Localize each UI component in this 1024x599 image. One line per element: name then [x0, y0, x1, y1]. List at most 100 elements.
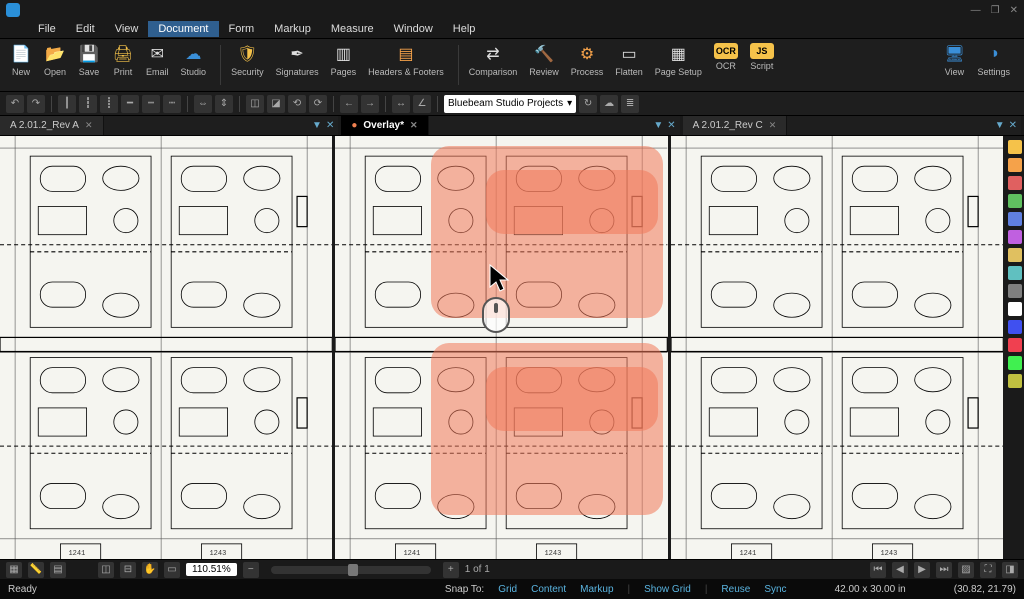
ribbon-security[interactable]: 🛡Security — [227, 41, 268, 89]
page-slider[interactable] — [271, 566, 431, 574]
tb-layers[interactable]: ≣ — [621, 95, 639, 113]
zoom-in[interactable]: + — [443, 562, 459, 578]
ribbon-pages[interactable]: ▥Pages — [327, 41, 361, 89]
split-v-toggle[interactable]: ⊟ — [120, 562, 136, 578]
ribbon-page-setup[interactable]: ▦Page Setup — [651, 41, 706, 89]
tab-close-icon[interactable]: ✕ — [85, 120, 93, 131]
ribbon-signatures[interactable]: ✒Signatures — [272, 41, 323, 89]
menu-markup[interactable]: Markup — [264, 21, 321, 37]
ribbon-print[interactable]: 🖨Print — [108, 41, 138, 89]
ribbon-view[interactable]: 🖥View — [939, 41, 969, 89]
side-tool-11[interactable] — [1008, 338, 1022, 352]
ribbon-flatten[interactable]: ▭Flatten — [611, 41, 647, 89]
zoom-level[interactable]: 110.51% — [186, 563, 237, 576]
side-tool-7[interactable] — [1008, 266, 1022, 280]
snap-content[interactable]: Content — [531, 584, 566, 595]
ribbon-email[interactable]: ✉Email — [142, 41, 173, 89]
side-tool-9[interactable] — [1008, 302, 1022, 316]
tb-align-top[interactable]: ━ — [121, 95, 139, 113]
side-tool-13[interactable] — [1008, 374, 1022, 388]
menu-document[interactable]: Document — [148, 21, 218, 37]
projects-combo[interactable]: Bluebeam Studio Projects ▾ — [444, 95, 576, 113]
pane-close-icon[interactable]: ✕ — [326, 120, 334, 131]
snap-grid[interactable]: Grid — [498, 584, 517, 595]
last-page[interactable]: ⏭ — [936, 562, 952, 578]
document-tab[interactable]: ●Overlay*✕ — [341, 116, 428, 135]
ribbon-save[interactable]: 💾Save — [74, 41, 104, 89]
ribbon-open[interactable]: 📂Open — [40, 41, 70, 89]
tb-arrow-right[interactable]: → — [361, 95, 379, 113]
ribbon-ocr[interactable]: OCROCR — [710, 41, 742, 89]
tab-close-icon[interactable]: ✕ — [769, 120, 777, 131]
tb-refresh[interactable]: ↻ — [579, 95, 597, 113]
next-page[interactable]: ▶ — [914, 562, 930, 578]
fullscreen-icon[interactable]: ⛶ — [980, 562, 996, 578]
sync-sync[interactable]: Sync — [764, 584, 786, 595]
tb-undo[interactable]: ↶ — [6, 95, 24, 113]
tb-rot-right[interactable]: ⟳ — [309, 95, 327, 113]
select-tool[interactable]: ▭ — [164, 562, 180, 578]
tb-ungroup[interactable]: ◪ — [267, 95, 285, 113]
pane-menu-icon[interactable]: ▼ — [312, 120, 322, 131]
tb-arrow-left[interactable]: ← — [340, 95, 358, 113]
side-tool-3[interactable] — [1008, 194, 1022, 208]
tb-dim-angle[interactable]: ∠ — [413, 95, 431, 113]
side-tool-4[interactable] — [1008, 212, 1022, 226]
pane-menu-icon[interactable]: ▼ — [995, 120, 1005, 131]
tab-close-icon[interactable]: ✕ — [410, 120, 418, 131]
ribbon-new[interactable]: 📄New — [6, 41, 36, 89]
side-tool-2[interactable] — [1008, 176, 1022, 190]
tb-align-right[interactable]: ┋ — [100, 95, 118, 113]
document-tab[interactable]: A 2.01.2_Rev C✕ — [683, 116, 788, 135]
tb-rot-left[interactable]: ⟲ — [288, 95, 306, 113]
close-button[interactable]: ✕ — [1010, 5, 1018, 16]
thumbnails-button[interactable]: ▦ — [6, 562, 22, 578]
pane-close-icon[interactable]: ✕ — [1009, 120, 1017, 131]
ribbon-comparison[interactable]: ⇄Comparison — [465, 41, 522, 89]
maximize-button[interactable]: ❐ — [991, 5, 1000, 16]
menu-file[interactable]: File — [28, 21, 66, 37]
pane-close-icon[interactable]: ✕ — [667, 120, 675, 131]
side-tool-6[interactable] — [1008, 248, 1022, 262]
measure-view-button[interactable]: 📏 — [28, 562, 44, 578]
side-tool-0[interactable] — [1008, 140, 1022, 154]
floorplan-drawing[interactable]: 1241 1243 — [671, 136, 1003, 559]
panel-right-icon[interactable]: ◨ — [1002, 562, 1018, 578]
side-tool-10[interactable] — [1008, 320, 1022, 334]
menu-form[interactable]: Form — [219, 21, 265, 37]
markup-list-button[interactable]: ▤ — [50, 562, 66, 578]
zoom-out[interactable]: − — [243, 562, 259, 578]
tb-align-bot[interactable]: ┉ — [163, 95, 181, 113]
document-pane-0[interactable]: 1241 1243 — [0, 136, 335, 559]
menu-help[interactable]: Help — [443, 21, 486, 37]
show-grid-toggle[interactable]: Show Grid — [644, 584, 691, 595]
tb-redo[interactable]: ↷ — [27, 95, 45, 113]
side-tool-8[interactable] — [1008, 284, 1022, 298]
prev-page[interactable]: ◀ — [892, 562, 908, 578]
ribbon-review[interactable]: 🔨Review — [525, 41, 563, 89]
hand-tool[interactable]: ✋ — [142, 562, 158, 578]
tb-align-left[interactable]: ┃ — [58, 95, 76, 113]
side-tool-1[interactable] — [1008, 158, 1022, 172]
split-toggle[interactable]: ◫ — [98, 562, 114, 578]
ribbon-headers-footers[interactable]: ▤Headers & Footers — [364, 41, 448, 89]
document-pane-2[interactable]: 1241 1243 — [671, 136, 1006, 559]
menu-view[interactable]: View — [105, 21, 149, 37]
tb-cloud[interactable]: ☁ — [600, 95, 618, 113]
tb-group[interactable]: ◫ — [246, 95, 264, 113]
first-page[interactable]: ⏮ — [870, 562, 886, 578]
sync-reuse[interactable]: Reuse — [721, 584, 750, 595]
grid-icon[interactable]: ▨ — [958, 562, 974, 578]
document-pane-1[interactable]: 1241 1243 — [335, 136, 670, 559]
tb-dim-linear[interactable]: ↔ — [392, 95, 410, 113]
pane-menu-icon[interactable]: ▼ — [653, 120, 663, 131]
ribbon-process[interactable]: ⚙Process — [567, 41, 608, 89]
menu-window[interactable]: Window — [384, 21, 443, 37]
tb-dist-v[interactable]: ⇕ — [215, 95, 233, 113]
menu-edit[interactable]: Edit — [66, 21, 105, 37]
side-tool-5[interactable] — [1008, 230, 1022, 244]
menu-measure[interactable]: Measure — [321, 21, 384, 37]
ribbon-settings[interactable]: ◑Settings — [973, 41, 1014, 89]
side-tool-12[interactable] — [1008, 356, 1022, 370]
tb-align-mid[interactable]: ┅ — [142, 95, 160, 113]
